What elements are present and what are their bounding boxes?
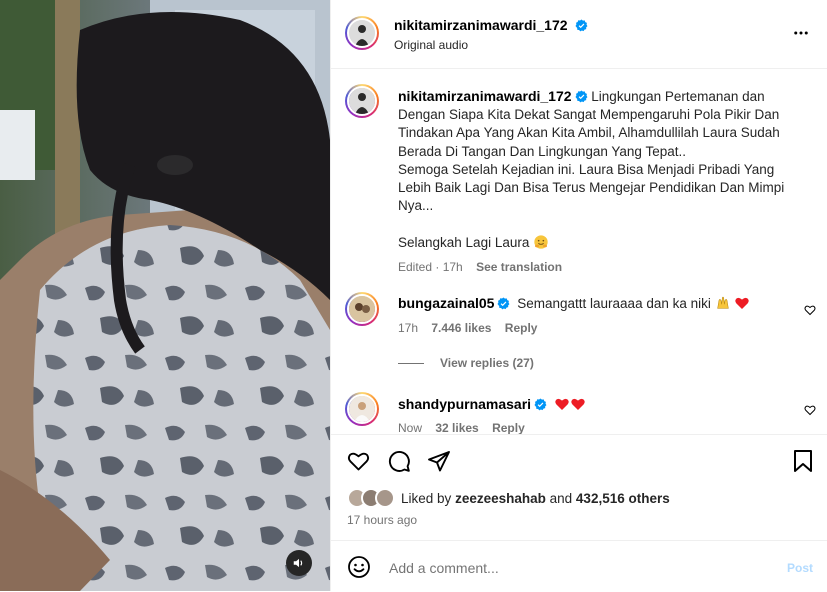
mute-button[interactable] (286, 550, 312, 576)
view-replies-button[interactable]: View replies (27) (398, 356, 534, 370)
comment-time: Now (398, 421, 423, 434)
comment-like-icon[interactable] (804, 304, 816, 316)
comment-meta: Now 32 likes Reply (398, 421, 525, 434)
caption-username[interactable]: nikitamirzanimawardi_172 (398, 88, 572, 104)
comment-icon[interactable] (387, 449, 411, 473)
liked-by-avatar-stack (347, 488, 395, 508)
add-comment-bar: Post (331, 540, 827, 592)
share-icon[interactable] (427, 449, 451, 473)
comments-section[interactable]: nikitamirzanimawardi_172 Lingkungan Pert… (331, 69, 827, 434)
liked-by-prefix: Liked by (401, 491, 452, 506)
verified-icon (575, 90, 587, 103)
comment-avatar-bungazainal05[interactable] (345, 292, 379, 326)
caption-paragraph-3: Selangkah Lagi Laura (398, 234, 530, 250)
post-caption: nikitamirzanimawardi_172 Lingkungan Pert… (398, 87, 798, 276)
comment-text: Semangattt lauraaaa dan ka niki (517, 296, 711, 311)
comment-username[interactable]: shandypurnamasari (398, 396, 531, 412)
comment-like-icon[interactable] (804, 404, 816, 416)
comment-likes[interactable]: 32 likes (435, 421, 478, 434)
view-replies-label[interactable]: View replies (27) (440, 356, 534, 370)
save-bookmark-icon[interactable] (792, 449, 814, 473)
post-header: nikitamirzanimawardi_172 Original audio (331, 0, 827, 69)
comment-input[interactable] (387, 556, 761, 580)
verified-icon (534, 398, 547, 411)
audio-label[interactable]: Original audio (394, 38, 468, 52)
liked-by-user[interactable]: zeezeeshahab (455, 491, 546, 506)
liked-by-avatars[interactable] (347, 488, 399, 508)
verified-icon (497, 297, 510, 310)
author-avatar[interactable] (345, 16, 379, 50)
hugging-face-icon (534, 234, 548, 249)
caption-edited-time: Edited · 17h (398, 259, 463, 274)
comment-avatar-shandypurnamasari[interactable] (345, 392, 379, 426)
comment-likes[interactable]: 7.446 likes (431, 321, 491, 335)
replies-divider (398, 362, 424, 364)
commenter-photo (349, 296, 375, 322)
commenter-photo (349, 396, 375, 422)
likes-count[interactable]: 432,516 others (576, 491, 670, 506)
post-actions: Liked by zeezeeshahab and 432,516 others… (331, 434, 827, 541)
liked-by-text: Liked by zeezeeshahab and 432,516 others (401, 491, 670, 506)
post-panel: nikitamirzanimawardi_172 Original audio … (330, 0, 827, 591)
more-options-icon[interactable] (792, 24, 810, 42)
red-heart-icon (555, 398, 569, 410)
post-comment-button[interactable]: Post (787, 561, 813, 575)
author-photo (349, 20, 375, 46)
reply-button[interactable]: Reply (492, 421, 525, 434)
author-username[interactable]: nikitamirzanimawardi_172 (394, 17, 568, 33)
speaker-icon (293, 558, 303, 568)
emoji-picker-icon[interactable] (347, 555, 371, 579)
red-heart-icon (571, 398, 585, 410)
caption-author-avatar[interactable] (345, 84, 379, 118)
liked-by-and: and (549, 491, 573, 506)
caption-author-photo (349, 88, 375, 114)
video-frame (0, 0, 330, 591)
comment-time: 17h (398, 321, 419, 335)
comment-row: shandypurnamasari (398, 396, 586, 412)
red-heart-icon (735, 297, 750, 309)
raising-hands-icon (716, 296, 729, 309)
see-translation-link[interactable]: See translation (476, 260, 562, 274)
comment-username[interactable]: bungazainal05 (398, 295, 494, 311)
reply-button[interactable]: Reply (505, 321, 538, 335)
comment-meta: 17h 7.446 likes Reply (398, 321, 537, 335)
post-timestamp[interactable]: 17 hours ago (347, 513, 417, 527)
comment-row: bungazainal05 Semangattt lauraaaa dan ka… (398, 295, 750, 311)
like-heart-icon[interactable] (346, 449, 371, 473)
verified-icon (575, 19, 588, 32)
caption-paragraph-2: Semoga Setelah Kejadian ini. Laura Bisa … (398, 161, 785, 214)
post-video[interactable] (0, 0, 330, 591)
